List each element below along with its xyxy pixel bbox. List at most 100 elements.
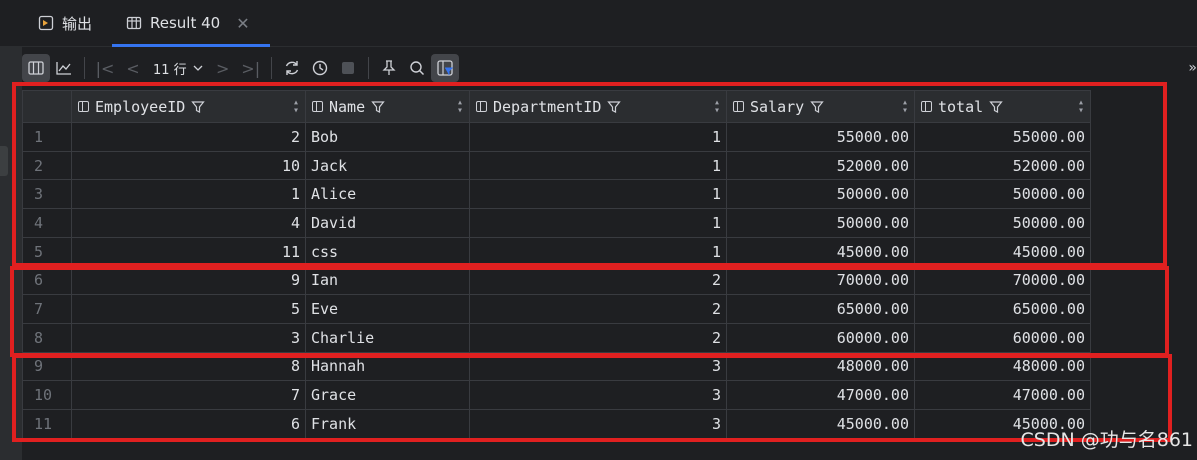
cell-department-id[interactable]: 1: [469, 236, 727, 267]
cell-salary[interactable]: 60000.00: [726, 322, 915, 353]
first-page-icon[interactable]: |<: [91, 54, 119, 82]
cell-name[interactable]: Alice: [305, 179, 470, 210]
cell-employee-id[interactable]: 10: [71, 150, 306, 181]
cell-department-id[interactable]: 1: [469, 122, 727, 152]
filter-icon[interactable]: [607, 100, 622, 114]
table-row[interactable]: 8 3 Charlie 2 60000.00 60000.00: [22, 322, 1091, 353]
table-view-icon[interactable]: [22, 54, 50, 82]
cell-total[interactable]: 60000.00: [914, 322, 1091, 353]
sort-icon[interactable]: ▴ ▾: [902, 97, 908, 115]
cell-salary[interactable]: 50000.00: [726, 208, 915, 238]
pin-icon[interactable]: [375, 54, 403, 82]
cell-department-id[interactable]: 1: [469, 179, 727, 210]
cell-name[interactable]: Eve: [305, 294, 470, 324]
column-header-label: Name: [329, 97, 366, 116]
cell-employee-id[interactable]: 6: [71, 408, 306, 439]
tab-output-label: 输出: [62, 14, 93, 33]
cell-employee-id[interactable]: 9: [71, 265, 306, 296]
column-header[interactable]: Name ▴ ▾: [305, 90, 470, 123]
cell-employee-id[interactable]: 2: [71, 122, 306, 152]
cell-name[interactable]: Grace: [305, 380, 470, 410]
refresh-icon[interactable]: [278, 54, 306, 82]
cell-employee-id[interactable]: 8: [71, 351, 306, 382]
cell-total[interactable]: 45000.00: [914, 236, 1091, 267]
cell-department-id[interactable]: 1: [469, 150, 727, 181]
cell-salary[interactable]: 45000.00: [726, 408, 915, 439]
toolbar-overflow-icon[interactable]: »: [1188, 60, 1197, 76]
close-icon[interactable]: ✕: [236, 14, 249, 33]
row-count-selector[interactable]: 11 行: [147, 59, 209, 78]
sort-icon[interactable]: ▴ ▾: [1078, 97, 1084, 115]
column-header[interactable]: DepartmentID ▴ ▾: [469, 90, 727, 123]
next-page-icon[interactable]: >: [209, 54, 237, 82]
chart-view-icon[interactable]: [50, 54, 78, 82]
table-row[interactable]: 5 11 css 1 45000.00 45000.00: [22, 236, 1091, 267]
table-row[interactable]: 2 10 Jack 1 52000.00 52000.00: [22, 150, 1091, 181]
cell-total[interactable]: 50000.00: [914, 208, 1091, 238]
cell-department-id[interactable]: 3: [469, 408, 727, 439]
filter-panel-icon[interactable]: [430, 54, 459, 82]
cell-department-id[interactable]: 3: [469, 380, 727, 410]
table-row[interactable]: 7 5 Eve 2 65000.00 65000.00: [22, 294, 1091, 324]
cell-salary[interactable]: 65000.00: [726, 294, 915, 324]
cell-employee-id[interactable]: 3: [71, 322, 306, 353]
cell-salary[interactable]: 50000.00: [726, 179, 915, 210]
table-row[interactable]: 1 2 Bob 1 55000.00 55000.00: [22, 122, 1091, 152]
sort-icon[interactable]: ▴ ▾: [714, 97, 720, 115]
sort-icon[interactable]: ▴ ▾: [293, 97, 299, 115]
cell-department-id[interactable]: 2: [469, 294, 727, 324]
gutter-handle[interactable]: [0, 146, 8, 176]
filter-icon[interactable]: [989, 100, 1003, 114]
cell-total[interactable]: 48000.00: [914, 351, 1091, 382]
cell-department-id[interactable]: 3: [469, 351, 727, 382]
cell-total[interactable]: 65000.00: [914, 294, 1091, 324]
table-row[interactable]: 10 7 Grace 3 47000.00 47000.00: [22, 380, 1091, 410]
cell-department-id[interactable]: 2: [469, 265, 727, 296]
cell-salary[interactable]: 45000.00: [726, 236, 915, 267]
cell-department-id[interactable]: 1: [469, 208, 727, 238]
sort-icon[interactable]: ▴ ▾: [457, 97, 463, 115]
cell-name[interactable]: Frank: [305, 408, 470, 439]
cell-name[interactable]: David: [305, 208, 470, 238]
cell-salary[interactable]: 55000.00: [726, 122, 915, 152]
cell-total[interactable]: 55000.00: [914, 122, 1091, 152]
tab-result[interactable]: Result 40 ✕: [112, 8, 270, 47]
filter-icon[interactable]: [810, 100, 824, 114]
table-row[interactable]: 4 4 David 1 50000.00 50000.00: [22, 208, 1091, 238]
column-header[interactable]: EmployeeID ▴ ▾: [71, 90, 306, 123]
cell-total[interactable]: 50000.00: [914, 179, 1091, 210]
cell-employee-id[interactable]: 4: [71, 208, 306, 238]
prev-page-icon[interactable]: <: [119, 54, 147, 82]
cell-salary[interactable]: 48000.00: [726, 351, 915, 382]
cell-total[interactable]: 47000.00: [914, 380, 1091, 410]
table-row[interactable]: 6 9 Ian 2 70000.00 70000.00: [22, 265, 1091, 296]
filter-icon[interactable]: [191, 100, 206, 114]
cell-name[interactable]: css: [305, 236, 470, 267]
cell-department-id[interactable]: 2: [469, 322, 727, 353]
cell-name[interactable]: Hannah: [305, 351, 470, 382]
column-header[interactable]: total ▴ ▾: [914, 90, 1091, 123]
history-icon[interactable]: [306, 54, 334, 82]
cell-total[interactable]: 52000.00: [914, 150, 1091, 181]
cell-salary[interactable]: 52000.00: [726, 150, 915, 181]
cell-employee-id[interactable]: 1: [71, 179, 306, 210]
table-row[interactable]: 9 8 Hannah 3 48000.00 48000.00: [22, 351, 1091, 382]
last-page-icon[interactable]: >|: [237, 54, 265, 82]
cell-total[interactable]: 70000.00: [914, 265, 1091, 296]
cell-salary[interactable]: 47000.00: [726, 380, 915, 410]
cell-employee-id[interactable]: 7: [71, 380, 306, 410]
cell-name[interactable]: Charlie: [305, 322, 470, 353]
cell-name[interactable]: Ian: [305, 265, 470, 296]
cell-salary[interactable]: 70000.00: [726, 265, 915, 296]
search-icon[interactable]: [403, 54, 431, 82]
cell-employee-id[interactable]: 11: [71, 236, 306, 267]
column-header[interactable]: Salary ▴ ▾: [726, 90, 915, 123]
cell-name[interactable]: Bob: [305, 122, 470, 152]
stop-icon[interactable]: [334, 54, 362, 82]
tab-output[interactable]: 输出: [38, 8, 92, 38]
table-row[interactable]: 11 6 Frank 3 45000.00 45000.00: [22, 408, 1091, 439]
filter-icon[interactable]: [371, 100, 385, 114]
cell-employee-id[interactable]: 5: [71, 294, 306, 324]
cell-name[interactable]: Jack: [305, 150, 470, 181]
table-row[interactable]: 3 1 Alice 1 50000.00 50000.00: [22, 179, 1091, 210]
